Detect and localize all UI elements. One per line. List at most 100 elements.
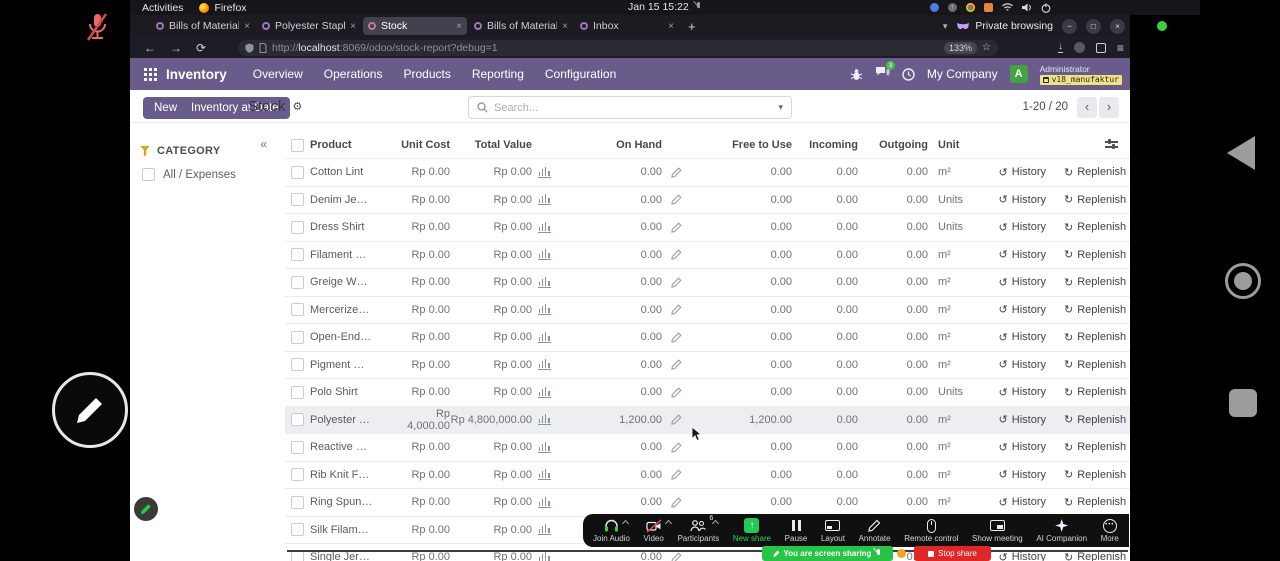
table-row[interactable]: Rib Knit F… Rp 0.00 Rp 0.00 0.00 0.00 0.… [285,460,1130,489]
table-row[interactable]: Pigment … Rp 0.00 Rp 0.00 0.00 0.00 0.00… [285,350,1130,379]
close-tab-icon[interactable]: × [456,21,462,32]
col-outgoing[interactable]: Outgoing [858,139,928,151]
replenish-button[interactable]: ↻Replenish [1050,386,1130,399]
table-row[interactable]: Dress Shirt Rp 0.00 Rp 0.00 0.00 0.00 0.… [285,213,1130,241]
tray-upload-icon[interactable]: ↑ [948,3,957,12]
row-checkbox[interactable] [291,303,304,317]
replenish-button[interactable]: ↻Replenish [1050,248,1130,262]
tab-polyester-staple[interactable]: Polyester Staple × [257,17,361,35]
table-row[interactable]: Cotton Lint Rp 0.00 Rp 0.00 0.00 0.00 0.… [285,158,1130,186]
product-name[interactable]: Single Jer… [310,551,395,561]
edit-pencil-icon[interactable] [670,469,682,481]
chevron-up-icon[interactable] [621,519,629,528]
pager-prev-button[interactable]: ‹ [1077,97,1097,118]
table-row[interactable]: Greige W… Rp 0.00 Rp 0.00 0.00 0.00 0.00… [285,268,1130,296]
tab-bills-of-materials-2[interactable]: Bills of Materials × [469,17,573,35]
table-row[interactable]: Polo Shirt Rp 0.00 Rp 0.00 0.00 0.00 0.0… [285,378,1130,406]
edit-pencil-icon[interactable] [670,497,682,508]
col-unit-cost[interactable]: Unit Cost [395,139,450,151]
select-all-checkbox[interactable] [291,138,304,152]
replenish-button[interactable]: ↻Replenish [1050,441,1130,454]
new-share-button[interactable]: ↑ New share [733,518,771,543]
valuation-chart-icon[interactable] [537,221,551,233]
shield-icon[interactable] [245,43,254,53]
extensions-icon[interactable] [1095,42,1106,53]
valuation-chart-icon[interactable] [537,414,551,426]
history-button[interactable]: ↺History [975,413,1050,427]
valuation-chart-icon[interactable] [537,386,551,398]
history-button[interactable]: ↺History [975,303,1050,317]
replenish-button[interactable]: ↻Replenish [1050,166,1130,179]
col-incoming[interactable]: Incoming [792,139,858,151]
wifi-icon[interactable] [1002,3,1013,12]
replenish-button[interactable]: ↻Replenish [1050,413,1130,427]
stop-share-button[interactable]: Stop share [914,546,991,561]
row-checkbox[interactable] [291,413,304,427]
edit-pencil-icon[interactable] [670,194,682,206]
row-checkbox[interactable] [291,523,304,537]
product-name[interactable]: Denim Je… [310,194,395,206]
search-dropdown-icon[interactable]: ▾ [778,102,783,113]
product-name[interactable]: Filament … [310,249,395,261]
join-audio-button[interactable]: Join Audio [593,518,630,543]
android-back-button[interactable] [1227,136,1255,170]
system-clock[interactable]: Jan 15 15:22 [628,1,689,13]
table-row[interactable]: Ring Spun… Rp 0.00 Rp 0.00 0.00 0.00 0.0… [285,488,1130,516]
row-checkbox[interactable] [291,550,304,561]
valuation-chart-icon[interactable] [537,496,551,508]
menu-icon[interactable]: ≡ [1117,41,1124,55]
history-button[interactable]: ↺History [975,358,1050,372]
table-row[interactable]: Filament … Rp 0.00 Rp 0.00 0.00 0.00 0.0… [285,240,1130,269]
optional-columns-icon[interactable] [1105,139,1118,150]
chevron-up-icon[interactable] [712,519,720,528]
edit-pencil-icon[interactable] [670,304,682,316]
history-button[interactable]: ↺History [975,166,1050,179]
close-tab-icon[interactable]: × [350,21,356,32]
history-button[interactable]: ↺History [975,248,1050,262]
history-button[interactable]: ↺History [975,331,1050,344]
edit-pencil-icon[interactable] [670,387,682,398]
edit-pencil-icon[interactable] [670,442,682,453]
android-recents-button[interactable] [1229,389,1257,417]
valuation-chart-icon[interactable] [537,524,551,536]
forward-button[interactable]: → [170,41,182,55]
search-box[interactable]: ▾ [468,96,792,119]
bookmark-star-icon[interactable]: ☆ [982,42,991,53]
edit-pencil-icon[interactable] [670,222,682,233]
activities-button[interactable]: Activities [142,2,183,14]
product-name[interactable]: Rib Knit F… [310,469,395,481]
user-menu[interactable]: Administrator v18_manufaktur [1039,64,1122,85]
product-name[interactable]: Reactive … [310,441,395,453]
product-name[interactable]: Pigment … [310,359,395,371]
product-name[interactable]: Ring Spun… [310,496,395,508]
annotation-color-dot[interactable] [897,549,906,558]
close-tab-icon[interactable]: × [244,21,250,32]
history-button[interactable]: ↺History [975,496,1050,509]
annotation-pencil-tool[interactable] [52,372,128,448]
category-checkbox[interactable] [142,168,155,181]
row-checkbox[interactable] [291,275,304,289]
replenish-button[interactable]: ↻Replenish [1050,193,1130,207]
apps-grid-icon[interactable] [144,67,157,81]
minimize-button[interactable]: − [1062,18,1077,34]
history-button[interactable]: ↺History [975,276,1050,289]
search-input[interactable] [494,101,773,114]
product-name[interactable]: Mercerize… [310,304,395,316]
history-button[interactable]: ↺History [975,441,1050,454]
row-checkbox[interactable] [291,440,304,454]
sidebar-item-all-expenses[interactable]: All / Expenses [142,168,236,181]
debug-bug-icon[interactable] [850,68,863,81]
edit-pencil-icon[interactable] [670,359,682,371]
menu-products[interactable]: Products [403,67,450,81]
valuation-chart-icon[interactable] [537,166,551,178]
product-name[interactable]: Dress Shirt [310,221,395,233]
valuation-chart-icon[interactable] [537,359,551,371]
product-name[interactable]: Polo Shirt [310,386,395,398]
show-meeting-button[interactable]: Show meeting [972,518,1023,543]
collapse-sidebar-icon[interactable]: « [260,137,267,151]
row-checkbox[interactable] [291,358,304,372]
more-button[interactable]: ••• More [1101,518,1119,543]
url-bar[interactable]: http://localhost:8069/odoo/stock-report?… [238,39,998,56]
valuation-chart-icon[interactable] [537,441,551,453]
list-all-tabs-icon[interactable]: ▾ [943,21,948,32]
